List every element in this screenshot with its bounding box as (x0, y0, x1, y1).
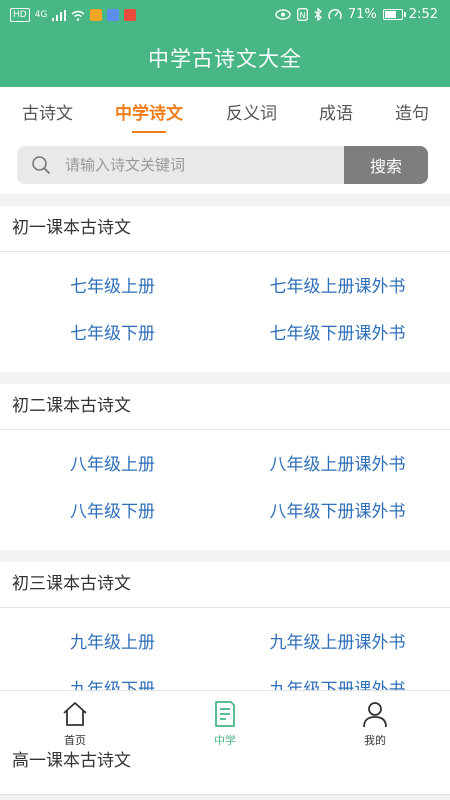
search-box (17, 146, 344, 184)
nav-label: 我的 (364, 734, 386, 747)
nav-label: 首页 (64, 734, 86, 747)
nav-middle-school[interactable]: 中学 (150, 691, 300, 751)
nav-home[interactable]: 首页 (0, 691, 150, 751)
nav-label: 中学 (214, 734, 236, 747)
book-link[interactable]: 九年级上册 (0, 620, 225, 667)
signal-icon (52, 9, 67, 21)
bluetooth-icon (314, 8, 322, 21)
book-link[interactable]: 八年级上册课外书 (225, 442, 450, 489)
book-link[interactable]: 九年级上册课外书 (225, 620, 450, 667)
battery-icon (382, 9, 406, 20)
section-title: 初一课本古诗文 (0, 206, 450, 252)
app-notification-icon (90, 9, 103, 21)
book-grid: 八年级上册 八年级上册课外书 八年级下册 八年级下册课外书 (0, 430, 450, 550)
wifi-icon (71, 10, 85, 21)
search-input[interactable] (63, 155, 317, 175)
section-title: 初三课本古诗文 (0, 562, 450, 608)
book-link[interactable]: 八年级下册课外书 (225, 489, 450, 536)
search-bar: 搜索 (17, 146, 428, 184)
clock-time: 2:52 (408, 7, 438, 22)
eye-icon (275, 9, 291, 20)
battery-percent: 71% (347, 7, 377, 22)
tab-middle-school-poetry[interactable]: 中学诗文 (115, 99, 183, 124)
bottom-navigation: 首页 中学 我的 (0, 690, 450, 751)
speedometer-icon (328, 9, 342, 20)
nfc-icon: N (296, 8, 308, 21)
status-bar: HD 4G N 71% 2:52 (0, 0, 450, 32)
book-grid: 七年级上册 七年级上册课外书 七年级下册 七年级下册课外书 (0, 252, 450, 372)
active-tab-indicator (132, 131, 166, 133)
book-link[interactable]: 八年级下册 (0, 489, 225, 536)
book-link[interactable]: 八年级上册 (0, 442, 225, 489)
network-type-label: 4G (34, 10, 48, 20)
status-right: N 71% 2:52 (275, 7, 438, 22)
status-left: HD 4G (10, 8, 137, 22)
document-icon (215, 701, 235, 727)
section-title: 初二课本古诗文 (0, 384, 450, 430)
tab-idioms[interactable]: 成语 (319, 99, 353, 124)
svg-text:N: N (299, 11, 305, 20)
search-icon (32, 156, 50, 174)
tab-antonyms[interactable]: 反义词 (226, 99, 277, 124)
tab-sentence-making[interactable]: 造句 (395, 99, 429, 124)
book-link[interactable]: 七年级下册 (0, 311, 225, 358)
app-notification-icon (107, 9, 120, 21)
app-notification-icon (124, 9, 137, 21)
battery-fill (384, 11, 397, 18)
top-app-bar: HD 4G N 71% 2:52 中学古诗文大全 (0, 0, 450, 87)
app-title: 中学古诗文大全 (148, 47, 302, 71)
book-link[interactable]: 七年级下册课外书 (225, 311, 450, 358)
hd-badge: HD (10, 8, 30, 22)
section-grade-8: 初二课本古诗文 八年级上册 八年级上册课外书 八年级下册 八年级下册课外书 (0, 384, 450, 550)
section-grade-7: 初一课本古诗文 七年级上册 七年级上册课外书 七年级下册 七年级下册课外书 (0, 206, 450, 372)
book-link[interactable]: 七年级上册 (0, 264, 225, 311)
category-tab-bar: 古诗文 中学诗文 反义词 成语 造句 (0, 87, 450, 135)
book-link[interactable]: 七年级上册课外书 (225, 264, 450, 311)
section-title: 高一课本古诗文 (0, 750, 450, 795)
nav-profile[interactable]: 我的 (300, 691, 450, 751)
search-button[interactable]: 搜索 (344, 146, 428, 184)
home-icon (63, 702, 87, 726)
tab-ancient-poetry[interactable]: 古诗文 (22, 99, 73, 124)
user-icon (363, 702, 387, 728)
